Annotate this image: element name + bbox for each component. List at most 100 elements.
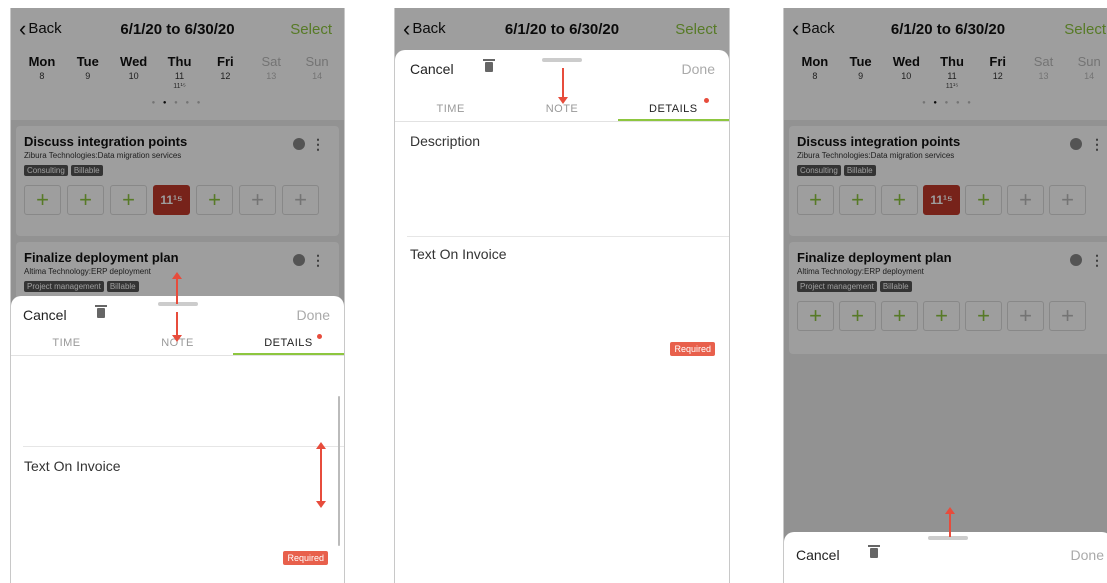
tab-details[interactable]: DETAILS bbox=[233, 332, 344, 355]
status-icon[interactable] bbox=[293, 138, 305, 150]
day-sat[interactable]: Sat 13 bbox=[1021, 54, 1067, 90]
add-time-cell[interactable]: + bbox=[1049, 301, 1086, 331]
drag-arrow-up bbox=[172, 272, 182, 304]
tag-list: Project management Billable bbox=[797, 281, 1104, 292]
trash-icon[interactable] bbox=[868, 545, 880, 558]
drag-handle[interactable] bbox=[542, 58, 582, 62]
day-tue[interactable]: Tue 9 bbox=[65, 54, 111, 90]
trash-icon[interactable] bbox=[483, 59, 495, 72]
day-mon[interactable]: Mon 8 bbox=[792, 54, 838, 90]
bottom-sheet: Cancel Done TIME NOTE DETAILS Descriptio… bbox=[395, 50, 729, 583]
drag-handle[interactable] bbox=[928, 536, 968, 540]
arrow-down-icon bbox=[172, 335, 182, 342]
time-cells: + + + + + + + bbox=[797, 301, 1104, 331]
add-time-cell[interactable]: + bbox=[24, 185, 61, 215]
done-button[interactable]: Done bbox=[682, 61, 715, 77]
day-mon[interactable]: Mon 8 bbox=[19, 54, 65, 90]
add-time-cell[interactable]: + bbox=[965, 301, 1002, 331]
add-time-cell[interactable]: + bbox=[282, 185, 319, 215]
day-sun[interactable]: Sun 14 bbox=[1066, 54, 1107, 90]
day-wed[interactable]: Wed 10 bbox=[883, 54, 929, 90]
cancel-button[interactable]: Cancel bbox=[796, 547, 840, 563]
day-tue[interactable]: Tue 9 bbox=[838, 54, 884, 90]
time-entry-cell[interactable]: 11¹⁵ bbox=[923, 185, 960, 215]
tab-time[interactable]: TIME bbox=[395, 98, 506, 121]
more-icon[interactable]: ⋮ bbox=[1090, 136, 1104, 153]
tab-time[interactable]: TIME bbox=[11, 332, 122, 355]
tab-details[interactable]: DETAILS bbox=[617, 98, 729, 121]
tag: Billable bbox=[70, 165, 103, 176]
day-number: 13 bbox=[1038, 71, 1049, 81]
add-time-cell[interactable]: + bbox=[196, 185, 233, 215]
task-card[interactable]: Discuss integration points Zibura Techno… bbox=[789, 126, 1107, 236]
day-number: 8 bbox=[812, 71, 818, 81]
add-time-cell[interactable]: + bbox=[839, 185, 876, 215]
day-name: Wed bbox=[120, 54, 148, 69]
bottom-sheet: Cancel Done bbox=[784, 532, 1107, 583]
day-fri[interactable]: Fri 12 bbox=[202, 54, 248, 90]
tag: Billable bbox=[843, 165, 876, 176]
task-title: Discuss integration points bbox=[797, 134, 961, 149]
nav-bar: ‹ Back 6/1/20 to 6/30/20 Select bbox=[395, 8, 729, 48]
tag: Consulting bbox=[797, 165, 841, 176]
select-button[interactable]: Select bbox=[675, 21, 717, 38]
day-name: Mon bbox=[28, 54, 56, 69]
status-icon[interactable] bbox=[1070, 138, 1082, 150]
scrollbar[interactable] bbox=[338, 396, 340, 546]
time-entry-cell[interactable]: 11¹⁵ bbox=[153, 185, 190, 215]
day-sat[interactable]: Sat 13 bbox=[248, 54, 294, 90]
add-time-cell[interactable]: + bbox=[67, 185, 104, 215]
page-indicator: ● ● ● ● ● bbox=[922, 100, 974, 106]
task-title: Finalize deployment plan bbox=[24, 250, 179, 265]
add-time-cell[interactable]: + bbox=[1007, 185, 1044, 215]
drag-arrow-down bbox=[558, 68, 568, 104]
status-icon[interactable] bbox=[1070, 254, 1082, 266]
day-thu[interactable]: Thu 11 11¹⁵ bbox=[929, 54, 975, 90]
add-time-cell[interactable]: + bbox=[1007, 301, 1044, 331]
day-name: Sat bbox=[261, 54, 281, 69]
task-card[interactable]: Discuss integration points Zibura Techno… bbox=[16, 126, 339, 236]
day-strip: Mon 8 Tue 9 Wed 10 Thu 11 11¹⁵ Fri 12 Sat 13 Su… bbox=[19, 54, 340, 90]
more-icon[interactable]: ⋮ bbox=[311, 252, 325, 269]
tag-list: Consulting Billable bbox=[797, 165, 1104, 176]
add-time-cell[interactable]: + bbox=[923, 301, 960, 331]
add-time-cell[interactable]: + bbox=[881, 301, 918, 331]
more-icon[interactable]: ⋮ bbox=[1090, 252, 1104, 269]
add-time-cell[interactable]: + bbox=[110, 185, 147, 215]
day-name: Sun bbox=[1077, 54, 1101, 69]
add-time-cell[interactable]: + bbox=[797, 301, 834, 331]
day-wed[interactable]: Wed 10 bbox=[111, 54, 157, 90]
task-subtitle: Zibura Technologies:Data migration servi… bbox=[797, 151, 955, 160]
nav-bar: ‹ Back 6/1/20 to 6/30/20 Select bbox=[11, 8, 344, 48]
add-time-cell[interactable]: + bbox=[797, 185, 834, 215]
add-time-cell[interactable]: + bbox=[965, 185, 1002, 215]
arrow-up-icon bbox=[172, 272, 182, 279]
status-icon[interactable] bbox=[293, 254, 305, 266]
cancel-button[interactable]: Cancel bbox=[410, 61, 454, 77]
day-number: 13 bbox=[266, 71, 277, 81]
day-sun[interactable]: Sun 14 bbox=[294, 54, 340, 90]
add-time-cell[interactable]: + bbox=[1049, 185, 1086, 215]
time-cells: + + + 11¹⁵ + + + bbox=[797, 185, 1104, 215]
more-icon[interactable]: ⋮ bbox=[311, 136, 325, 153]
screen-sheet-full: ‹ Back 6/1/20 to 6/30/20 Select Cancel Do… bbox=[394, 8, 730, 583]
add-time-cell[interactable]: + bbox=[239, 185, 276, 215]
done-button[interactable]: Done bbox=[297, 307, 330, 323]
select-button[interactable]: Select bbox=[290, 21, 332, 38]
day-fri[interactable]: Fri 12 bbox=[975, 54, 1021, 90]
invoice-field-label[interactable]: Text On Invoice bbox=[410, 246, 507, 262]
cancel-button[interactable]: Cancel bbox=[23, 307, 67, 323]
tag: Billable bbox=[879, 281, 912, 292]
trash-icon[interactable] bbox=[95, 305, 107, 318]
task-card[interactable]: Finalize deployment plan Altima Technolo… bbox=[789, 242, 1107, 354]
done-button[interactable]: Done bbox=[1071, 547, 1104, 563]
nav-bar: ‹ Back 6/1/20 to 6/30/20 Select bbox=[784, 8, 1107, 48]
select-button[interactable]: Select bbox=[1064, 21, 1106, 38]
day-name: Thu bbox=[940, 54, 964, 69]
description-field-label[interactable]: Description bbox=[410, 133, 480, 149]
required-badge: Required bbox=[670, 342, 715, 356]
add-time-cell[interactable]: + bbox=[881, 185, 918, 215]
add-time-cell[interactable]: + bbox=[839, 301, 876, 331]
day-thu[interactable]: Thu 11 11¹⁵ bbox=[157, 54, 203, 90]
invoice-field-label[interactable]: Text On Invoice bbox=[24, 458, 121, 474]
